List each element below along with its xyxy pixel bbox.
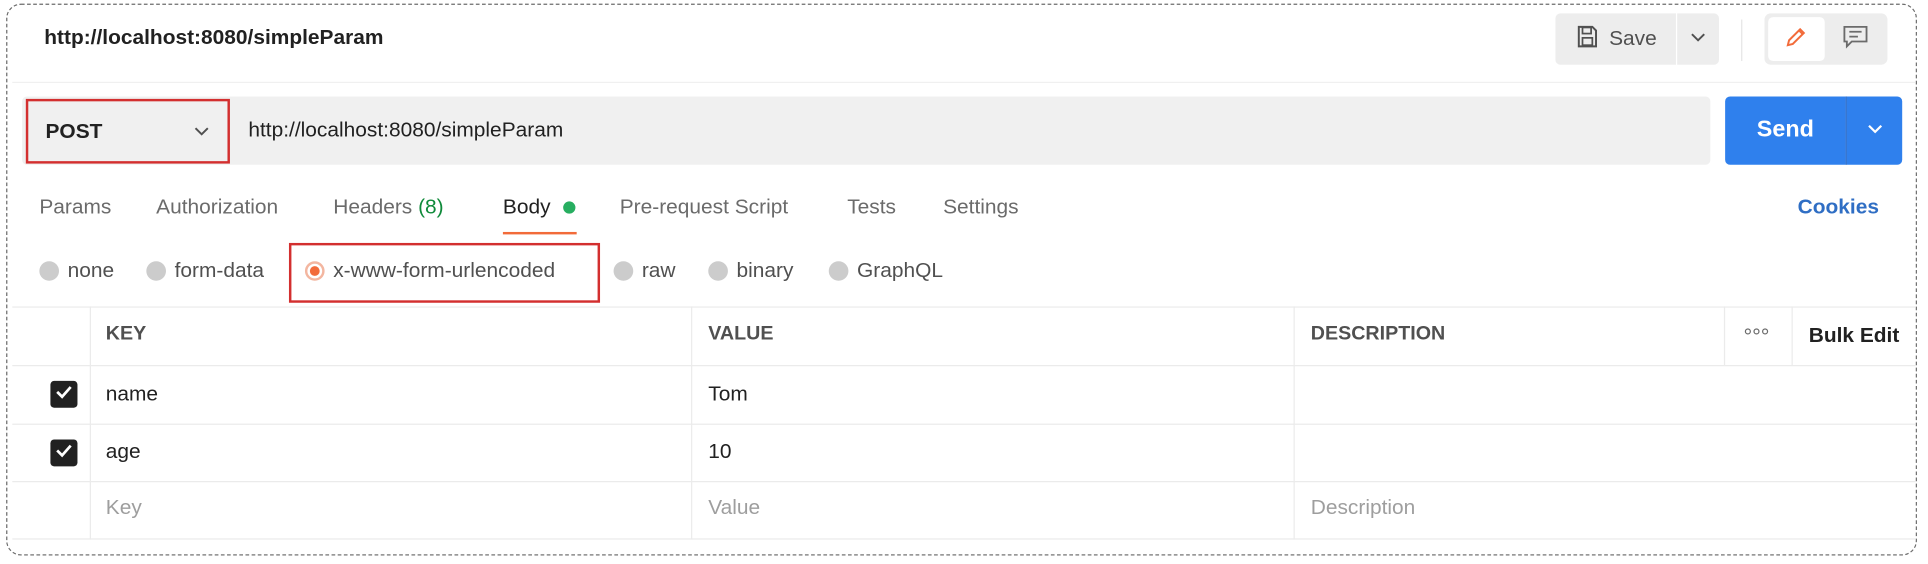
chevron-down-icon [1866,120,1883,142]
request-title[interactable]: http://localhost:8080/simpleParam [44,26,383,50]
checkbox-checked-icon [55,383,72,405]
row-value[interactable]: 10 [708,439,731,463]
radio-circle-icon [613,261,634,281]
table-col-divider [1723,306,1726,366]
column-header-key: KEY [105,323,147,345]
column-header-description: DESCRIPTION [1310,323,1446,345]
row-key[interactable]: name [106,382,158,406]
table-row-border [12,423,1916,425]
table-col-divider [1293,306,1295,540]
cookies-link[interactable]: Cookies [1798,195,1879,219]
save-dropdown-button[interactable] [1677,13,1719,65]
bulk-edit-button[interactable]: Bulk Edit [1809,324,1900,348]
comments-mode-button[interactable] [1827,17,1884,61]
body-status-dot [563,201,576,214]
row-key[interactable]: age [106,439,141,463]
table-top-border [12,306,1916,308]
more-options-icon[interactable] [1744,328,1769,335]
row-checkbox[interactable] [50,380,78,408]
radio-binary[interactable]: binary [708,259,793,283]
radio-label: none [67,258,115,283]
radio-label: GraphQL [857,258,944,283]
pencil-icon [1784,24,1809,55]
radio-circle-icon [828,261,849,281]
radio-label: binary [736,258,794,283]
tab-settings[interactable]: Settings [943,195,1019,219]
header-divider [1741,19,1743,62]
active-tab-indicator [502,231,577,235]
radio-circle-icon [146,261,166,281]
header-divider-line [12,81,1916,84]
tab-headers[interactable]: Headers (8) [333,195,443,219]
method-label: POST [45,119,103,143]
row-checkbox[interactable] [50,439,78,467]
column-header-value: VALUE [708,323,774,345]
new-key-input[interactable]: Key [106,496,142,520]
table-bottom-border [12,538,1916,540]
checkbox-checked-icon [55,442,72,464]
table-header-border [12,365,1916,367]
tab-tests[interactable]: Tests [847,195,896,219]
save-label: Save [1609,26,1657,51]
radio-raw[interactable]: raw [613,258,676,283]
chevron-down-icon [193,119,210,143]
tab-body[interactable]: Body [503,195,551,219]
radio-circle-icon [39,261,60,281]
radio-none[interactable]: none [39,259,114,283]
tab-headers-label: Headers [333,195,413,219]
save-icon [1575,24,1600,55]
method-select[interactable]: POST [25,98,230,164]
new-value-input[interactable]: Value [708,496,760,520]
table-col-divider [89,306,91,540]
table-col-divider [691,306,693,540]
table-col-divider [1791,306,1793,366]
tab-authorization[interactable]: Authorization [156,195,278,219]
send-dropdown-button[interactable] [1846,96,1903,165]
radio-form-data[interactable]: form-data [146,259,264,283]
comment-icon [1842,24,1869,55]
tab-headers-count: (8) [418,195,444,219]
table-row-border [12,480,1916,483]
url-input[interactable] [248,111,1688,151]
new-description-input[interactable]: Description [1311,496,1416,520]
radio-label: form-data [174,258,265,283]
send-button[interactable]: Send [1725,96,1846,165]
row-value[interactable]: Tom [708,382,748,406]
save-button[interactable]: Save [1555,13,1676,65]
tab-params[interactable]: Params [39,195,111,219]
radio-graphql[interactable]: GraphQL [828,258,944,283]
tab-pre-request-script[interactable]: Pre-request Script [620,195,788,219]
chevron-down-icon [1689,28,1706,50]
radio-label: raw [641,258,676,283]
selected-type-highlight [288,242,601,303]
edit-mode-button[interactable] [1768,17,1825,62]
radio-circle-icon [708,261,728,281]
